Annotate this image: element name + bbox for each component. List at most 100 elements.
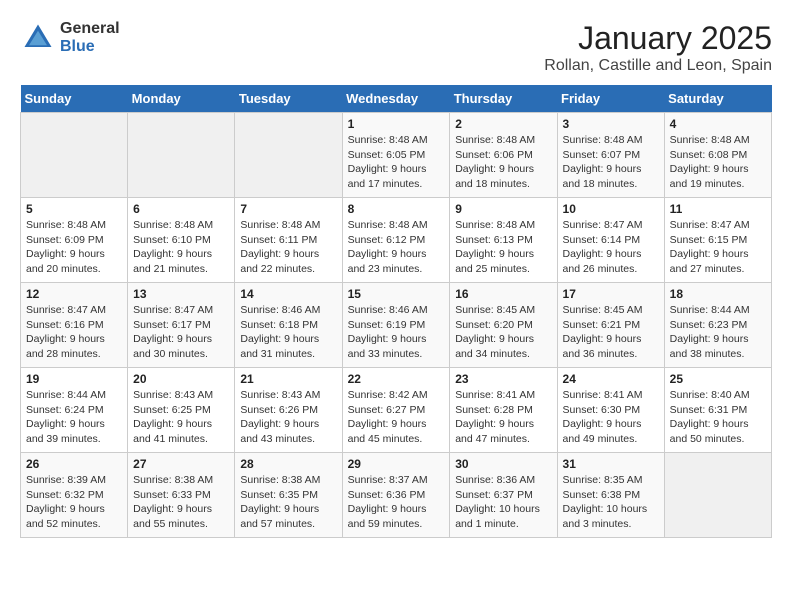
day-info: Sunrise: 8:41 AM Sunset: 6:28 PM Dayligh… — [455, 388, 551, 447]
day-number: 30 — [455, 457, 551, 471]
day-info: Sunrise: 8:47 AM Sunset: 6:17 PM Dayligh… — [133, 303, 229, 362]
day-info: Sunrise: 8:40 AM Sunset: 6:31 PM Dayligh… — [670, 388, 766, 447]
day-info: Sunrise: 8:35 AM Sunset: 6:38 PM Dayligh… — [563, 473, 659, 532]
day-number: 8 — [348, 202, 445, 216]
logo: General Blue — [20, 20, 120, 56]
calendar-cell: 5Sunrise: 8:48 AM Sunset: 6:09 PM Daylig… — [21, 198, 128, 283]
day-info: Sunrise: 8:42 AM Sunset: 6:27 PM Dayligh… — [348, 388, 445, 447]
calendar-cell: 15 Sunrise: 8:46 AM Sunset: 6:19 PM Dayli… — [342, 283, 450, 368]
day-number: 29 — [348, 457, 445, 471]
calendar-cell: 7Sunrise: 8:48 AM Sunset: 6:11 PM Daylig… — [235, 198, 342, 283]
logo-general-text: General — [60, 20, 120, 38]
day-number: 4 — [670, 117, 766, 131]
day-info: Sunrise: 8:48 AM Sunset: 6:07 PM Dayligh… — [563, 133, 659, 192]
day-info: Sunrise: 8:44 AM Sunset: 6:24 PM Dayligh… — [26, 388, 122, 447]
page-subtitle: Rollan, Castille and Leon, Spain — [544, 57, 772, 75]
day-info: Sunrise: 8:48 AM Sunset: 6:10 PM Dayligh… — [133, 218, 229, 277]
day-number: 12 — [26, 287, 122, 301]
weekday-header: Sunday — [21, 85, 128, 113]
day-number: 22 — [348, 372, 445, 386]
calendar-cell: 28Sunrise: 8:38 AM Sunset: 6:35 PM Dayli… — [235, 453, 342, 538]
title-block: January 2025 Rollan, Castille and Leon, … — [544, 20, 772, 75]
calendar-cell: 1Sunrise: 8:48 AM Sunset: 6:05 PM Daylig… — [342, 113, 450, 198]
day-info: Sunrise: 8:48 AM Sunset: 6:13 PM Dayligh… — [455, 218, 551, 277]
day-number: 21 — [240, 372, 336, 386]
day-number: 20 — [133, 372, 229, 386]
calendar-cell: 2 Sunrise: 8:48 AM Sunset: 6:06 PM Daylig… — [450, 113, 557, 198]
day-number: 6 — [133, 202, 229, 216]
day-info: Sunrise: 8:48 AM Sunset: 6:12 PM Dayligh… — [348, 218, 445, 277]
day-number: 31 — [563, 457, 659, 471]
page-header: General Blue January 2025 Rollan, Castil… — [20, 20, 772, 75]
day-info: Sunrise: 8:39 AM Sunset: 6:32 PM Dayligh… — [26, 473, 122, 532]
logo-blue-text: Blue — [60, 38, 120, 56]
day-info: Sunrise: 8:48 AM Sunset: 6:09 PM Dayligh… — [26, 218, 122, 277]
weekday-header: Wednesday — [342, 85, 450, 113]
weekday-header: Saturday — [664, 85, 771, 113]
calendar-week-row: 19Sunrise: 8:44 AM Sunset: 6:24 PM Dayli… — [21, 368, 772, 453]
day-number: 14 — [240, 287, 336, 301]
calendar-cell: 19Sunrise: 8:44 AM Sunset: 6:24 PM Dayli… — [21, 368, 128, 453]
day-info: Sunrise: 8:48 AM Sunset: 6:08 PM Dayligh… — [670, 133, 766, 192]
day-number: 15 — [348, 287, 445, 301]
calendar-cell: 10 Sunrise: 8:47 AM Sunset: 6:14 PM Dayli… — [557, 198, 664, 283]
calendar-week-row: 12 Sunrise: 8:47 AM Sunset: 6:16 PM Dayli… — [21, 283, 772, 368]
calendar-cell: 14 Sunrise: 8:46 AM Sunset: 6:18 PM Dayli… — [235, 283, 342, 368]
calendar-table: SundayMondayTuesdayWednesdayThursdayFrid… — [20, 85, 772, 538]
day-number: 10 — [563, 202, 659, 216]
day-info: Sunrise: 8:45 AM Sunset: 6:20 PM Dayligh… — [455, 303, 551, 362]
calendar-cell: 3Sunrise: 8:48 AM Sunset: 6:07 PM Daylig… — [557, 113, 664, 198]
weekday-header: Friday — [557, 85, 664, 113]
day-info: Sunrise: 8:36 AM Sunset: 6:37 PM Dayligh… — [455, 473, 551, 532]
calendar-cell: 24 Sunrise: 8:41 AM Sunset: 6:30 PM Dayli… — [557, 368, 664, 453]
calendar-cell: 17Sunrise: 8:45 AM Sunset: 6:21 PM Dayli… — [557, 283, 664, 368]
calendar-cell: 21Sunrise: 8:43 AM Sunset: 6:26 PM Dayli… — [235, 368, 342, 453]
calendar-cell: 6 Sunrise: 8:48 AM Sunset: 6:10 PM Daylig… — [128, 198, 235, 283]
page-title: January 2025 — [544, 20, 772, 57]
day-number: 26 — [26, 457, 122, 471]
calendar-cell: 8 Sunrise: 8:48 AM Sunset: 6:12 PM Daylig… — [342, 198, 450, 283]
day-info: Sunrise: 8:47 AM Sunset: 6:15 PM Dayligh… — [670, 218, 766, 277]
day-number: 23 — [455, 372, 551, 386]
day-number: 11 — [670, 202, 766, 216]
calendar-cell: 12 Sunrise: 8:47 AM Sunset: 6:16 PM Dayli… — [21, 283, 128, 368]
day-number: 7 — [240, 202, 336, 216]
calendar-cell — [235, 113, 342, 198]
weekday-header: Thursday — [450, 85, 557, 113]
logo-icon — [20, 20, 56, 56]
day-info: Sunrise: 8:45 AM Sunset: 6:21 PM Dayligh… — [563, 303, 659, 362]
day-info: Sunrise: 8:43 AM Sunset: 6:25 PM Dayligh… — [133, 388, 229, 447]
day-number: 27 — [133, 457, 229, 471]
day-info: Sunrise: 8:48 AM Sunset: 6:06 PM Dayligh… — [455, 133, 551, 192]
calendar-cell: 29Sunrise: 8:37 AM Sunset: 6:36 PM Dayli… — [342, 453, 450, 538]
day-info: Sunrise: 8:47 AM Sunset: 6:14 PM Dayligh… — [563, 218, 659, 277]
calendar-week-row: 5Sunrise: 8:48 AM Sunset: 6:09 PM Daylig… — [21, 198, 772, 283]
logo-text: General Blue — [60, 20, 120, 55]
weekday-header: Monday — [128, 85, 235, 113]
day-info: Sunrise: 8:44 AM Sunset: 6:23 PM Dayligh… — [670, 303, 766, 362]
day-number: 28 — [240, 457, 336, 471]
day-info: Sunrise: 8:47 AM Sunset: 6:16 PM Dayligh… — [26, 303, 122, 362]
calendar-week-row: 1Sunrise: 8:48 AM Sunset: 6:05 PM Daylig… — [21, 113, 772, 198]
day-number: 25 — [670, 372, 766, 386]
calendar-cell: 11 Sunrise: 8:47 AM Sunset: 6:15 PM Dayli… — [664, 198, 771, 283]
calendar-cell — [128, 113, 235, 198]
calendar-week-row: 26 Sunrise: 8:39 AM Sunset: 6:32 PM Dayli… — [21, 453, 772, 538]
day-info: Sunrise: 8:41 AM Sunset: 6:30 PM Dayligh… — [563, 388, 659, 447]
calendar-cell: 23 Sunrise: 8:41 AM Sunset: 6:28 PM Dayli… — [450, 368, 557, 453]
day-number: 18 — [670, 287, 766, 301]
calendar-cell — [664, 453, 771, 538]
calendar-cell: 13Sunrise: 8:47 AM Sunset: 6:17 PM Dayli… — [128, 283, 235, 368]
weekday-header: Tuesday — [235, 85, 342, 113]
day-number: 1 — [348, 117, 445, 131]
day-number: 2 — [455, 117, 551, 131]
day-info: Sunrise: 8:46 AM Sunset: 6:18 PM Dayligh… — [240, 303, 336, 362]
calendar-cell: 30 Sunrise: 8:36 AM Sunset: 6:37 PM Dayli… — [450, 453, 557, 538]
calendar-header-row: SundayMondayTuesdayWednesdayThursdayFrid… — [21, 85, 772, 113]
calendar-cell: 27Sunrise: 8:38 AM Sunset: 6:33 PM Dayli… — [128, 453, 235, 538]
day-number: 24 — [563, 372, 659, 386]
day-info: Sunrise: 8:46 AM Sunset: 6:19 PM Dayligh… — [348, 303, 445, 362]
calendar-cell: 22 Sunrise: 8:42 AM Sunset: 6:27 PM Dayli… — [342, 368, 450, 453]
calendar-cell: 25 Sunrise: 8:40 AM Sunset: 6:31 PM Dayli… — [664, 368, 771, 453]
calendar-cell: 9Sunrise: 8:48 AM Sunset: 6:13 PM Daylig… — [450, 198, 557, 283]
